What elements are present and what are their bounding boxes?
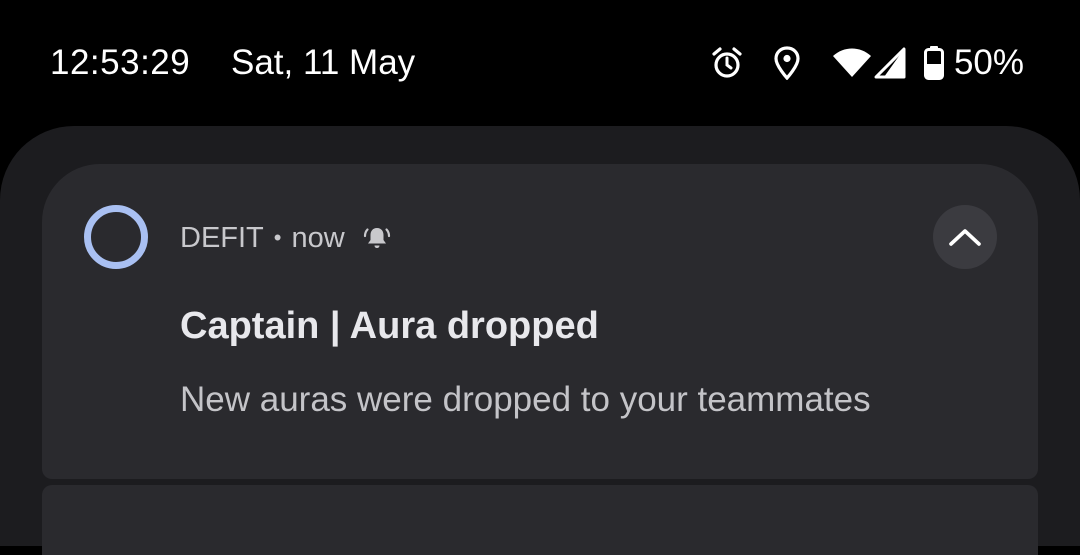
notification-time: now <box>291 221 345 254</box>
cellular-signal-icon <box>874 47 906 79</box>
notification-header: DEFIT • now <box>180 218 391 258</box>
header-separator: • <box>273 225 282 250</box>
bell-alert-icon <box>363 225 391 251</box>
alarm-icon <box>710 46 744 80</box>
battery-percent: 50% <box>953 43 1024 82</box>
collapse-button[interactable] <box>933 205 997 269</box>
app-name: DEFIT <box>180 221 264 254</box>
status-bar: 12:53:29 Sat, 11 May 50% <box>0 0 1080 126</box>
status-time: 12:53:29 <box>50 43 191 82</box>
notification-body: New auras were dropped to your teammates <box>180 380 871 419</box>
notification-title: Captain | Aura dropped <box>180 305 599 347</box>
location-icon <box>774 46 800 80</box>
app-icon <box>84 205 148 269</box>
status-icons: 50% <box>710 40 1024 86</box>
next-notification-card[interactable] <box>42 485 1038 555</box>
wifi-icon <box>832 47 872 79</box>
battery-icon <box>923 46 944 80</box>
status-date: Sat, 11 May <box>231 43 416 82</box>
chevron-up-icon <box>949 229 981 246</box>
